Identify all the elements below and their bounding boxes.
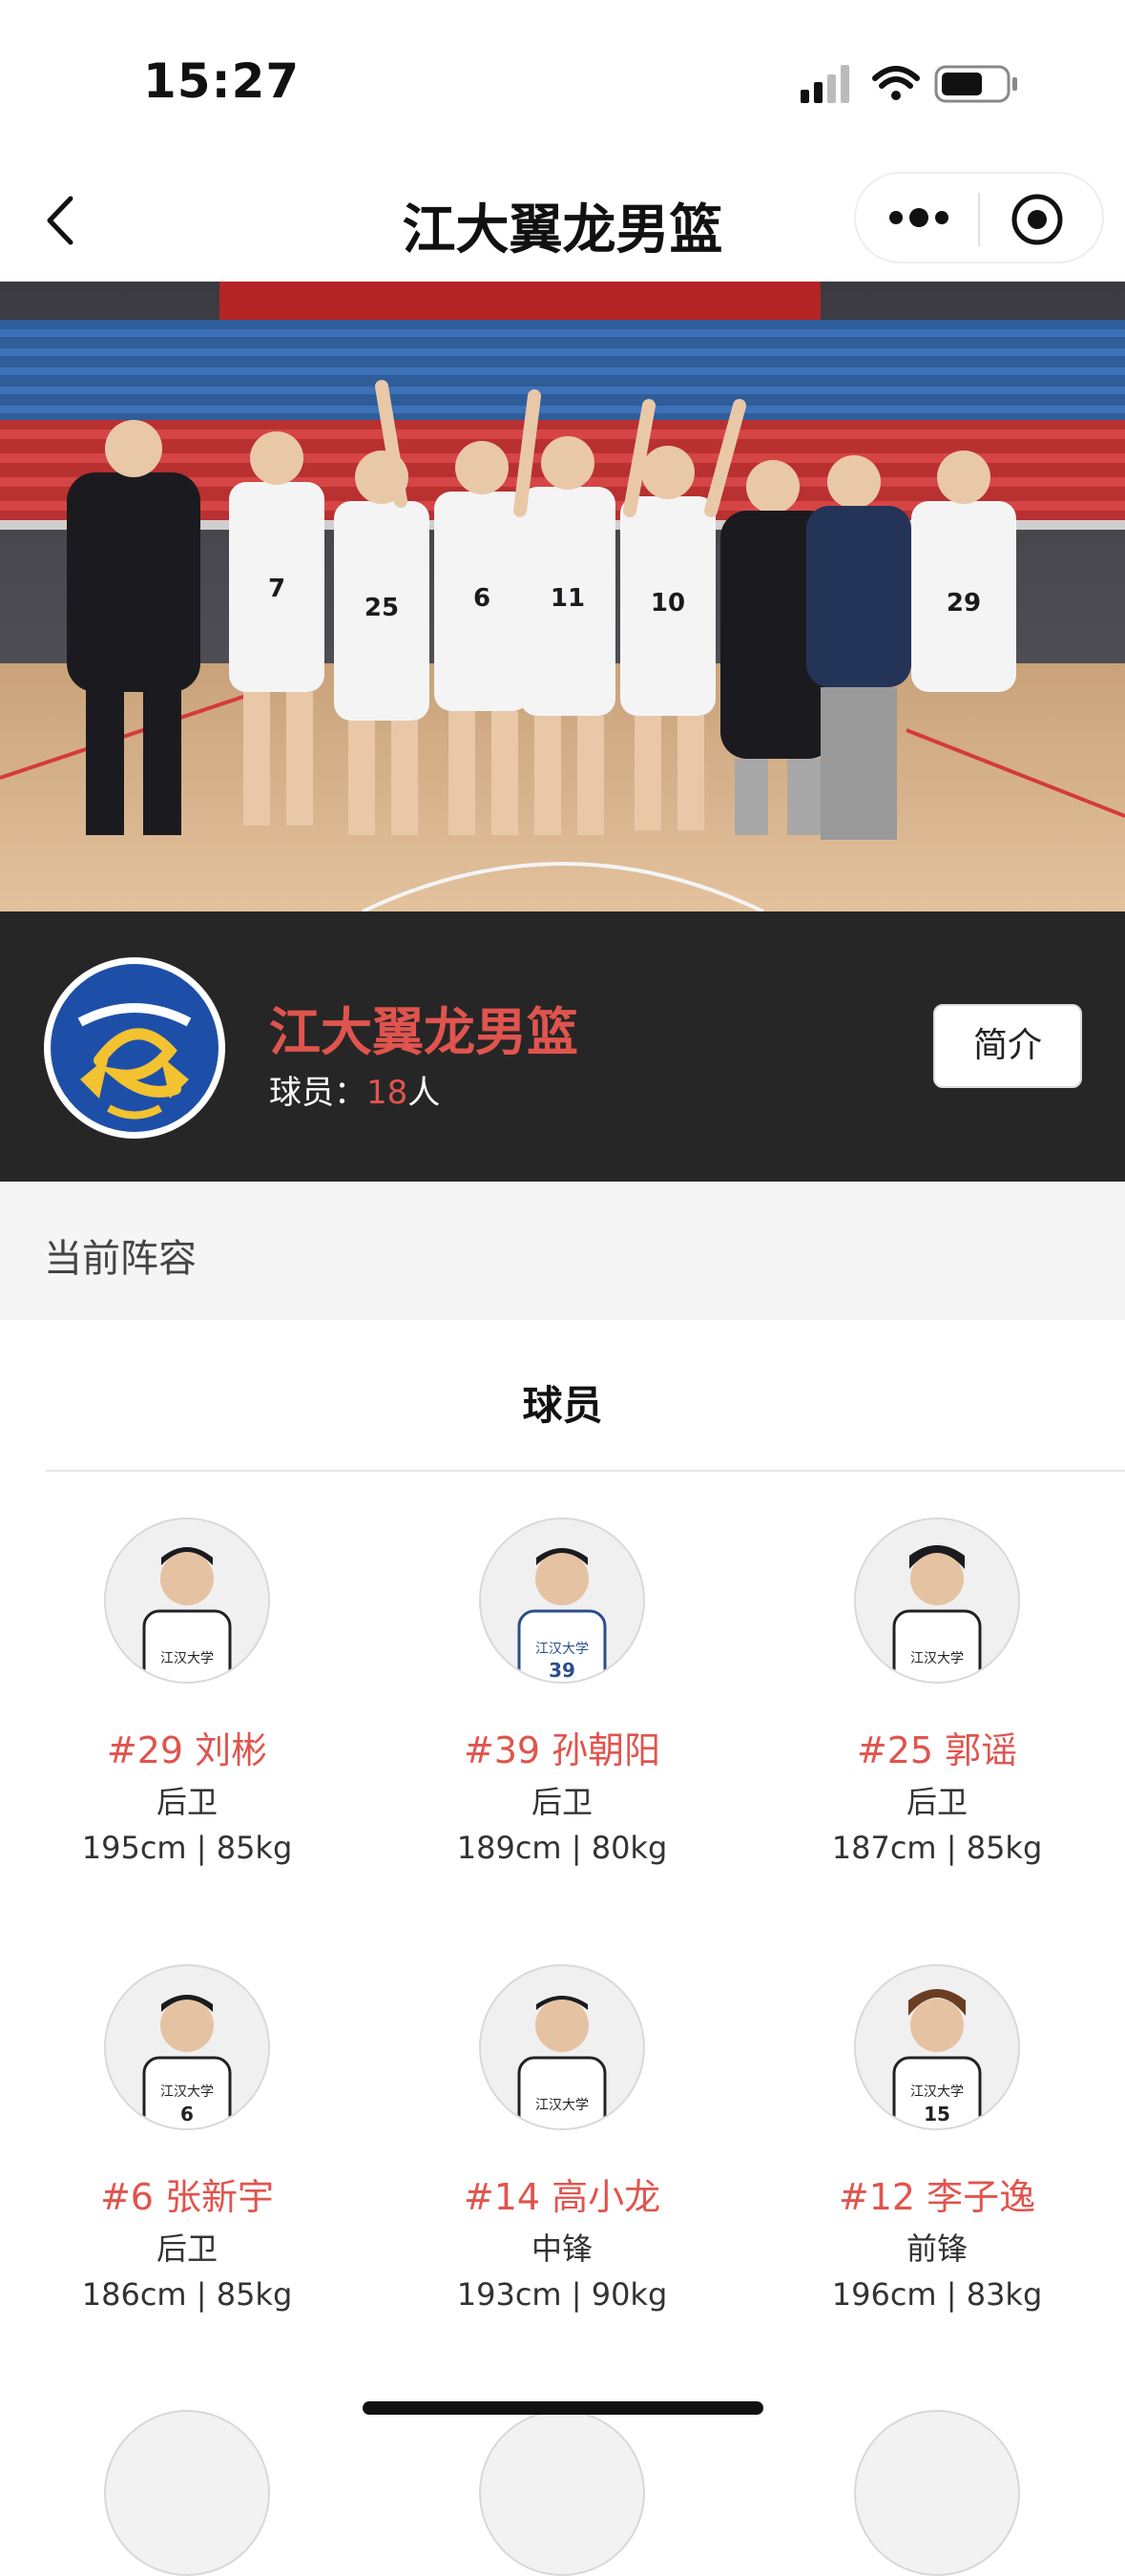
status-time: 15:27	[143, 53, 301, 109]
svg-text:11: 11	[551, 584, 585, 613]
player-photo: 江汉大学 39	[481, 1519, 643, 1682]
player-name: #39 孙朝阳	[463, 1729, 661, 1771]
player-height-weight: 195cm | 85kg	[81, 1830, 293, 1866]
svg-text:江汉大学: 江汉大学	[910, 1651, 964, 1666]
player-height-weight: 196cm | 83kg	[831, 2276, 1043, 2313]
player-name: #25 郭谣	[856, 1729, 1018, 1771]
player-position: 后卫	[906, 1784, 968, 1820]
player-name: #12 李子逸	[838, 2176, 1036, 2218]
team-logo	[42, 955, 227, 1141]
player-count-value: 18	[366, 1074, 408, 1112]
player-avatar[interactable]	[479, 2410, 645, 2576]
svg-text:6: 6	[180, 2103, 194, 2126]
svg-text:江汉大学: 江汉大学	[910, 2084, 964, 2100]
team-photo-image: 7 25 6 11 10 29	[0, 282, 1125, 911]
svg-text:15: 15	[924, 2103, 950, 2126]
player-photo: 江汉大学 6	[106, 1966, 268, 2128]
player-card[interactable]: 江汉大学 #25 郭谣 后卫 187cm | 85kg	[750, 1518, 1124, 1869]
mini-program-capsule	[854, 172, 1104, 263]
player-avatar[interactable]	[104, 2410, 270, 2576]
player-avatar: 江汉大学 15	[854, 1964, 1020, 2130]
svg-text:6: 6	[473, 584, 490, 613]
svg-text:江汉大学: 江汉大学	[535, 2098, 589, 2113]
lineup-section-label: 当前阵容	[44, 1237, 197, 1281]
player-card[interactable]: 江汉大学 6 #6 张新宇 后卫 186cm | 85kg	[0, 1964, 374, 2315]
player-avatar: 江汉大学 39	[479, 1518, 645, 1684]
player-height-weight: 186cm | 85kg	[81, 2276, 293, 2313]
svg-text:29: 29	[947, 589, 981, 618]
team-name: 江大翼龙男篮	[269, 1002, 578, 1062]
player-position: 前锋	[906, 2230, 968, 2267]
dragons-logo-icon	[44, 957, 225, 1139]
team-photo: 7 25 6 11 10 29	[0, 282, 1125, 911]
player-avatar: 江汉大学	[854, 1518, 1020, 1684]
player-card[interactable]: 江汉大学 #14 高小龙 中锋 193cm | 90kg	[375, 1964, 749, 2315]
player-card[interactable]: 江汉大学 15 #12 李子逸 前锋 196cm | 83kg	[750, 1964, 1124, 2315]
tab-players[interactable]: 球员	[0, 1373, 1125, 1432]
player-photo: 江汉大学 15	[856, 1966, 1018, 2128]
tab-divider	[46, 1470, 1125, 1472]
player-position: 后卫	[156, 1784, 218, 1820]
intro-button[interactable]: 简介	[933, 1004, 1082, 1088]
lineup-section-header: 当前阵容	[0, 1182, 1125, 1320]
player-photo: 江汉大学	[106, 1519, 268, 1682]
close-mini-program-button[interactable]	[1009, 191, 1066, 248]
player-position: 后卫	[156, 2230, 218, 2267]
player-count-unit: 人	[407, 1074, 441, 1112]
more-icon	[889, 208, 948, 227]
player-count: 球员：18人	[269, 1066, 440, 1113]
player-avatar: 江汉大学	[104, 1518, 270, 1684]
player-height-weight: 189cm | 80kg	[456, 1830, 668, 1866]
team-header: 江大翼龙男篮 球员：18人 简介	[0, 911, 1125, 1182]
svg-text:39: 39	[549, 1659, 575, 1682]
player-position: 后卫	[531, 1784, 593, 1820]
capsule-divider	[978, 193, 980, 246]
target-close-icon	[1011, 194, 1063, 245]
player-height-weight: 187cm | 85kg	[831, 1830, 1043, 1866]
player-name: #6 张新宇	[99, 2176, 275, 2218]
player-name: #14 高小龙	[463, 2176, 661, 2218]
nav-bar: 江大翼龙男篮	[0, 162, 1125, 282]
player-card[interactable]: 江汉大学 39 #39 孙朝阳 后卫 189cm | 80kg	[375, 1518, 749, 1869]
player-photo: 江汉大学	[481, 1966, 643, 2128]
player-height-weight: 193cm | 90kg	[456, 2276, 668, 2313]
player-avatar: 江汉大学 6	[104, 1964, 270, 2130]
more-button[interactable]	[885, 200, 953, 235]
svg-text:江汉大学: 江汉大学	[160, 2084, 214, 2100]
svg-text:江汉大学: 江汉大学	[535, 1642, 589, 1657]
player-avatar: 江汉大学	[479, 1964, 645, 2130]
svg-text:江汉大学: 江汉大学	[160, 1651, 214, 1666]
svg-text:25: 25	[365, 594, 399, 622]
player-position: 中锋	[531, 2230, 593, 2267]
signal-wifi-battery-icon	[801, 65, 1017, 103]
player-photo: 江汉大学	[856, 1519, 1018, 1682]
player-avatar[interactable]	[854, 2410, 1020, 2576]
status-bar: 15:27	[0, 0, 1125, 162]
player-name: #29 刘彬	[106, 1729, 268, 1771]
player-card[interactable]: 江汉大学 #29 刘彬 后卫 195cm | 85kg	[0, 1518, 374, 1869]
status-icons	[801, 61, 1030, 107]
home-indicator	[363, 2401, 763, 2415]
player-count-label: 球员：	[269, 1074, 366, 1112]
roster-tabs: 球员	[0, 1320, 1125, 1473]
svg-text:10: 10	[651, 589, 685, 618]
svg-text:7: 7	[268, 575, 285, 603]
